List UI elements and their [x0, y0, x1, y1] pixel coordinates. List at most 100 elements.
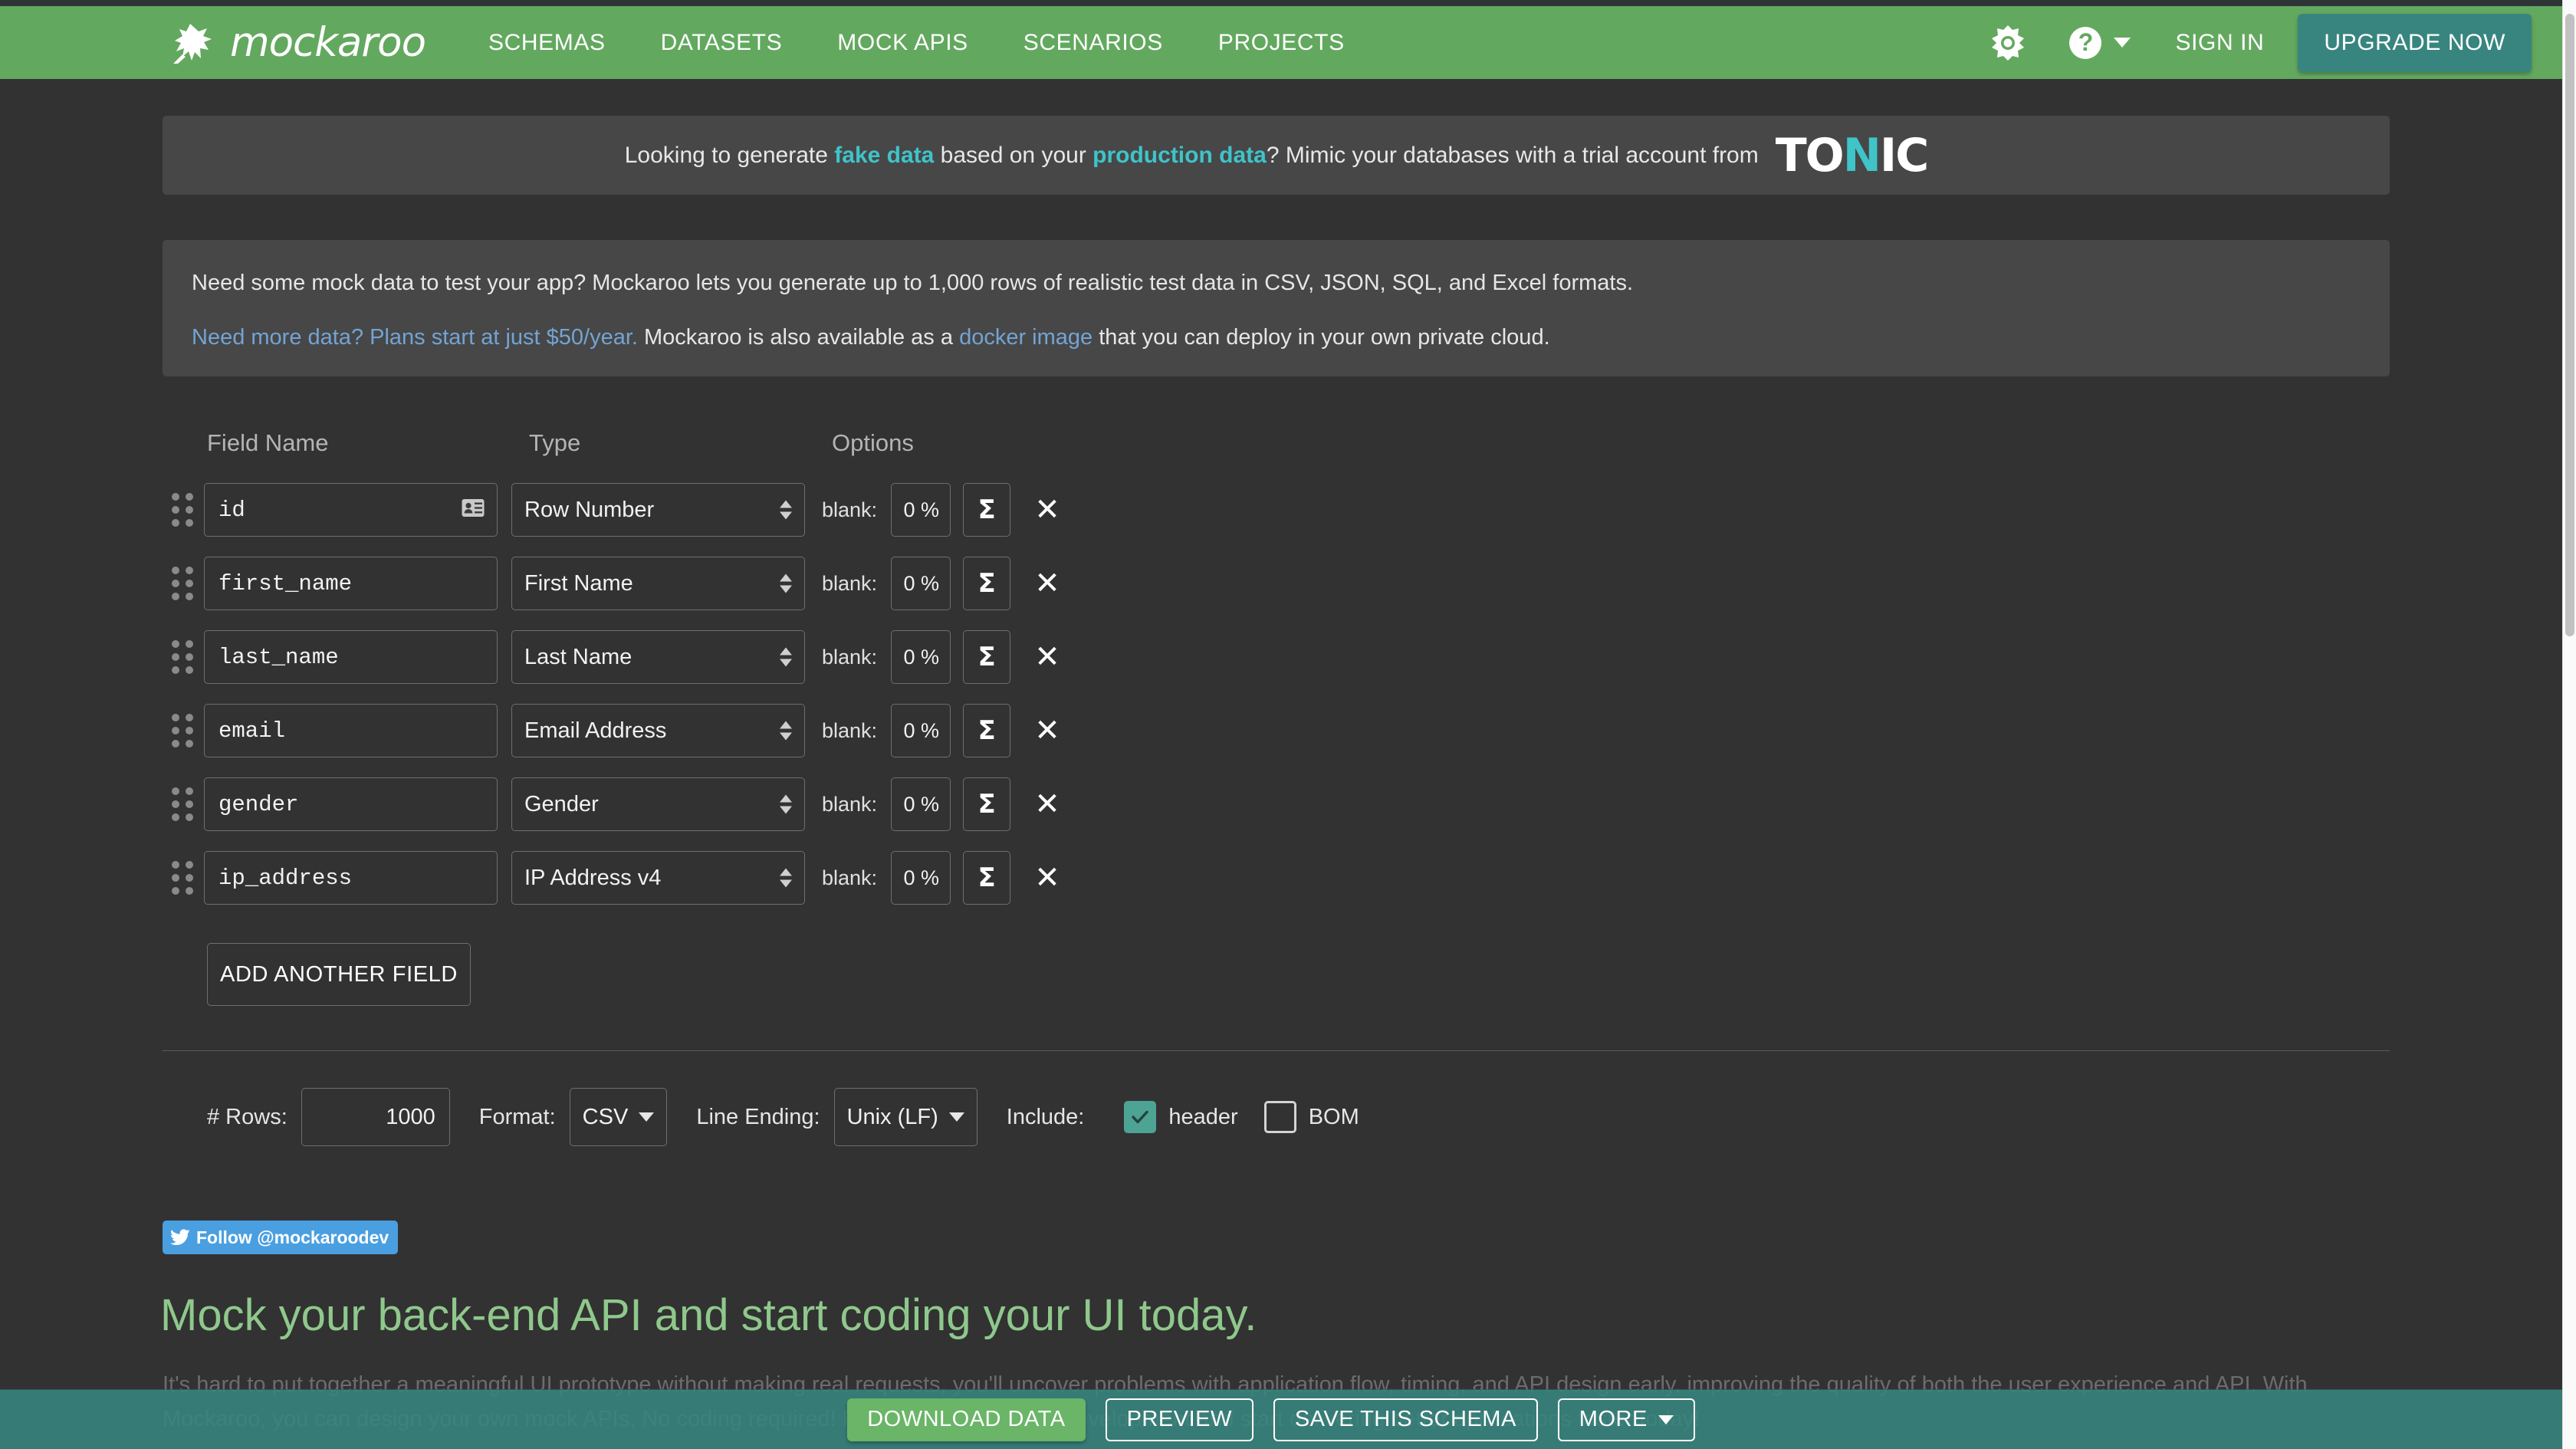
field-name-input[interactable] [219, 791, 483, 817]
formula-button[interactable]: Σ [963, 630, 1011, 684]
field-name-input-wrap[interactable] [204, 483, 498, 537]
tonic-text-3: ? Mimic your databases with a trial acco… [1266, 142, 1759, 168]
formula-button[interactable]: Σ [963, 777, 1011, 831]
bom-checkbox-label: BOM [1308, 1104, 1359, 1129]
help-menu[interactable]: ? [2069, 26, 2131, 59]
format-value: CSV [582, 1104, 629, 1129]
field-name-input[interactable] [219, 497, 483, 523]
blank-label: blank: [822, 645, 878, 669]
scrollbar-thumb[interactable] [2565, 14, 2574, 636]
drag-handle-icon[interactable] [169, 714, 196, 748]
delete-row-button[interactable]: ✕ [1024, 777, 1070, 831]
add-another-field-button[interactable]: ADD ANOTHER FIELD [207, 943, 471, 1006]
delete-row-button[interactable]: ✕ [1024, 630, 1070, 684]
preview-button[interactable]: PREVIEW [1105, 1398, 1254, 1441]
delete-row-button[interactable]: ✕ [1024, 483, 1070, 537]
include-label: Include: [1006, 1104, 1085, 1129]
bom-checkbox[interactable] [1263, 1101, 1296, 1133]
header-checkbox[interactable] [1124, 1101, 1157, 1133]
rows-count-input[interactable] [301, 1088, 450, 1146]
delete-row-button[interactable]: ✕ [1024, 557, 1070, 610]
more-data-plans-link[interactable]: Need more data? Plans start at just $50/… [192, 325, 638, 350]
delete-row-button[interactable]: ✕ [1024, 851, 1070, 905]
line-ending-select[interactable]: Unix (LF) [833, 1088, 978, 1146]
tonic-logo-a: TO [1775, 128, 1845, 182]
field-name-input-wrap[interactable] [204, 557, 498, 610]
tonic-promo-banner[interactable]: Looking to generate fake data based on y… [163, 116, 2390, 195]
field-type-select[interactable]: IP Address v4 [511, 851, 805, 905]
field-type-select[interactable]: Email Address [511, 704, 805, 757]
field-name-input[interactable] [219, 644, 483, 670]
chevron-down-icon [1658, 1414, 1674, 1424]
upgrade-now-button[interactable]: UPGRADE NOW [2298, 13, 2532, 72]
tonic-text-2: based on your [934, 142, 1093, 168]
brand-logo[interactable]: mockaroo [166, 6, 426, 79]
vertical-scrollbar[interactable] [2562, 0, 2576, 1449]
info-line-2-mid: Mockaroo is also available as a [637, 325, 960, 350]
nav-link-projects[interactable]: PROJECTS [1218, 30, 1345, 56]
kangaroo-logo-icon [173, 23, 212, 64]
field-name-input-wrap[interactable] [204, 704, 498, 757]
more-dropdown-button[interactable]: MORE [1557, 1398, 1695, 1441]
field-name-input[interactable] [219, 718, 483, 744]
field-name-input[interactable] [219, 570, 483, 596]
sign-in-link[interactable]: SIGN IN [2175, 30, 2264, 56]
drag-handle-icon[interactable] [169, 861, 196, 895]
nav-link-scenarios[interactable]: SCENARIOS [1024, 30, 1163, 56]
formula-button[interactable]: Σ [963, 557, 1011, 610]
check-icon [1132, 1110, 1149, 1124]
main-navbar: mockaroo SCHEMAS DATASETS MOCK APIS SCEN… [0, 6, 2562, 79]
blank-label: blank: [822, 498, 878, 521]
blank-label: blank: [822, 866, 878, 889]
production-data-link[interactable]: production data [1092, 143, 1267, 168]
formula-button[interactable]: Σ [963, 483, 1011, 537]
drag-handle-icon[interactable] [169, 493, 196, 527]
nav-right-group: ? SIGN IN UPGRADE NOW [1988, 13, 2532, 72]
info-line-2-end: that you can deploy in your own private … [1092, 325, 1550, 350]
download-data-button[interactable]: DOWNLOAD DATA [847, 1398, 1086, 1441]
column-header-type: Type [529, 429, 581, 456]
field-name-input-wrap[interactable] [204, 777, 498, 831]
blank-percent-input[interactable]: 0 % [891, 557, 951, 610]
drag-handle-icon[interactable] [169, 567, 196, 600]
field-type-select[interactable]: Last Name [511, 630, 805, 684]
field-name-input[interactable] [219, 865, 483, 891]
field-type-label: First Name [524, 570, 633, 596]
nav-link-mock-apis[interactable]: MOCK APIS [837, 30, 968, 56]
blank-percent-input[interactable]: 0 % [891, 851, 951, 905]
spinner-icon [780, 573, 792, 593]
formula-button[interactable]: Σ [963, 851, 1011, 905]
fake-data-link[interactable]: fake data [834, 143, 934, 168]
blank-percent-input[interactable]: 0 % [891, 630, 951, 684]
blank-percent-input[interactable]: 0 % [891, 777, 951, 831]
field-type-select[interactable]: First Name [511, 557, 805, 610]
rows-label: # Rows: [207, 1104, 288, 1129]
delete-row-button[interactable]: ✕ [1024, 704, 1070, 757]
spinner-icon [780, 500, 792, 520]
field-type-select[interactable]: Row Number [511, 483, 805, 537]
table-row: Email Address blank: 0 % Σ ✕ [163, 704, 2390, 757]
output-options-bar: # Rows: Format: CSV Line Ending: Unix (L… [207, 1088, 2390, 1146]
id-badge-icon[interactable] [462, 499, 485, 521]
info-line-2: Need more data? Plans start at just $50/… [192, 327, 2361, 349]
field-type-select[interactable]: Gender [511, 777, 805, 831]
gear-icon[interactable] [1988, 23, 2028, 63]
blank-percent-input[interactable]: 0 % [891, 704, 951, 757]
blank-percent-input[interactable]: 0 % [891, 483, 951, 537]
nav-link-datasets[interactable]: DATASETS [661, 30, 783, 56]
save-schema-button[interactable]: SAVE THIS SCHEMA [1273, 1398, 1538, 1441]
drag-handle-icon[interactable] [169, 640, 196, 674]
field-name-input-wrap[interactable] [204, 630, 498, 684]
twitter-follow-button[interactable]: Follow @mockaroodev [163, 1221, 399, 1254]
table-row: First Name blank: 0 % Σ ✕ [163, 557, 2390, 610]
bottom-action-bar: DOWNLOAD DATA PREVIEW SAVE THIS SCHEMA M… [0, 1389, 2562, 1449]
nav-link-schemas[interactable]: SCHEMAS [488, 30, 606, 56]
formula-button[interactable]: Σ [963, 704, 1011, 757]
tonic-logo-b: IC [1879, 128, 1929, 182]
field-name-input-wrap[interactable] [204, 851, 498, 905]
drag-handle-icon[interactable] [169, 787, 196, 821]
schema-rows: Row Number blank: 0 % Σ ✕ First Name bla… [163, 483, 2390, 905]
docker-image-link[interactable]: docker image [959, 325, 1092, 350]
format-select[interactable]: CSV [569, 1088, 668, 1146]
schema-builder: Field Name Type Options id Row Number bl… [163, 429, 2390, 1146]
